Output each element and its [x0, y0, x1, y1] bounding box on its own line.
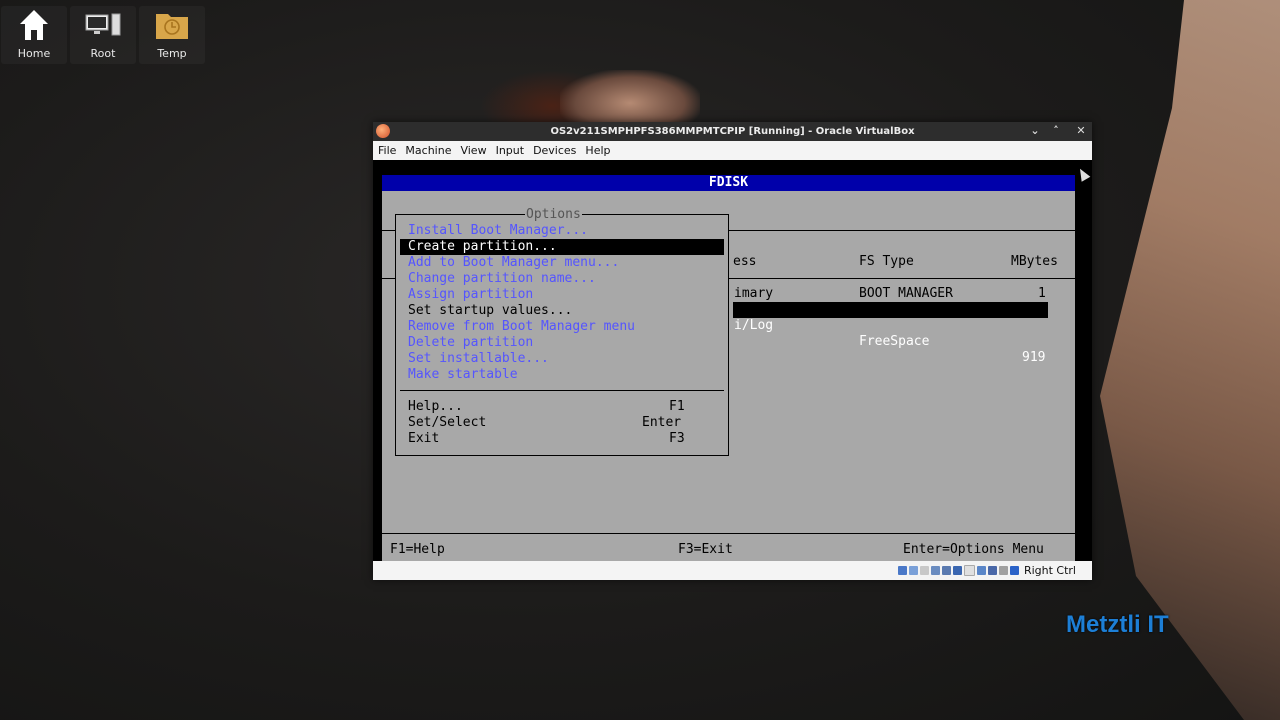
menu-divider	[400, 390, 724, 391]
menu-item-make-startable[interactable]: Make startable	[408, 367, 518, 383]
virtualbox-window: OS2v211SMPHPFS386MMPMTCPIP [Running] - O…	[373, 122, 1092, 580]
window-title: OS2v211SMPHPFS386MMPMTCPIP [Running] - O…	[550, 126, 915, 137]
close-icon[interactable]: ✕	[1074, 124, 1088, 137]
menu-item-help[interactable]: Help...	[408, 399, 463, 415]
recording-icon[interactable]	[976, 566, 986, 575]
menu-item-install-boot-manager[interactable]: Install Boot Manager...	[408, 223, 588, 239]
desktop-icon-temp[interactable]: Temp	[139, 6, 205, 64]
mouse-integration-icon[interactable]	[998, 566, 1008, 575]
footer-options: Enter=Options Menu	[903, 542, 1044, 557]
virtualbox-app-icon	[376, 124, 390, 138]
column-header-access: ess	[733, 254, 757, 269]
menu-item-set-select[interactable]: Set/Select	[408, 415, 486, 431]
computer-icon	[85, 6, 121, 44]
menu-item-assign-partition[interactable]: Assign partition	[408, 287, 533, 303]
shared-folders-icon[interactable]	[952, 566, 962, 575]
desktop-icon-root[interactable]: Root	[70, 6, 136, 64]
column-header-fs-type: FS Type	[859, 254, 914, 269]
watermark: Metztli IT	[1066, 611, 1169, 638]
partition-row-fs-type: BOOT MANAGER	[859, 286, 953, 301]
network-icon[interactable]	[930, 566, 940, 575]
menu-item-create-partition[interactable]: Create partition...	[400, 239, 724, 255]
home-icon	[18, 6, 50, 44]
menubar: File Machine View Input Devices Help	[373, 141, 1092, 160]
usb-icon[interactable]	[941, 566, 951, 575]
menu-machine[interactable]: Machine	[402, 144, 455, 157]
menu-item-help-key: F1	[669, 399, 685, 414]
partition-row-access: imary	[734, 286, 774, 301]
keyboard-arrow-icon[interactable]	[1009, 566, 1019, 575]
menu-item-delete-partition[interactable]: Delete partition	[408, 335, 533, 351]
menu-help[interactable]: Help	[582, 144, 614, 157]
partition-row-mbytes: 1	[1038, 286, 1046, 301]
partition-row-access: i/Log	[734, 318, 774, 333]
audio-icon[interactable]	[919, 566, 929, 575]
menu-item-exit-key: F3	[669, 431, 685, 446]
desktop-icon-label: Root	[90, 47, 116, 60]
footer-exit: F3=Exit	[678, 542, 733, 557]
vbox-statusbar: Right Ctrl	[373, 561, 1092, 580]
divider	[382, 533, 1075, 534]
fdisk-title: FDISK	[382, 175, 1075, 191]
menu-item-change-partition-name[interactable]: Change partition name...	[408, 271, 596, 287]
fdisk-screen: FDISK ess FS Type MBytes imary BOOT MANA…	[382, 175, 1075, 561]
partition-row-fs-type: FreeSpace	[859, 334, 930, 349]
menu-item-add-to-boot-manager[interactable]: Add to Boot Manager menu...	[408, 255, 619, 271]
menu-item-remove-from-boot-manager[interactable]: Remove from Boot Manager menu	[408, 319, 635, 335]
minimize-icon[interactable]: ⌄	[1028, 124, 1042, 137]
partition-row-selected[interactable]: i/Log FreeSpace 919	[733, 302, 1048, 365]
maximize-icon[interactable]: ˄	[1049, 124, 1063, 137]
folder-clock-icon	[155, 6, 189, 44]
column-header-mbytes: MBytes	[1011, 254, 1058, 269]
display-icon[interactable]	[963, 565, 975, 576]
host-key-label: Right Ctrl	[1023, 564, 1076, 577]
cpu-icon[interactable]	[987, 566, 997, 575]
menu-item-set-startup-values[interactable]: Set startup values...	[408, 303, 572, 319]
optical-drive-icon[interactable]	[908, 566, 918, 575]
menu-file[interactable]: File	[375, 144, 400, 157]
window-titlebar[interactable]: OS2v211SMPHPFS386MMPMTCPIP [Running] - O…	[373, 122, 1092, 141]
menu-item-exit[interactable]: Exit	[408, 431, 439, 447]
hard-disk-icon[interactable]	[897, 566, 907, 575]
menu-devices[interactable]: Devices	[530, 144, 580, 157]
vm-screen[interactable]: FDISK ess FS Type MBytes imary BOOT MANA…	[373, 160, 1092, 561]
desktop-icon-label: Temp	[157, 47, 187, 60]
options-menu-title: Options	[525, 207, 582, 223]
menu-item-set-installable[interactable]: Set installable...	[408, 351, 549, 367]
desktop-icon-label: Home	[17, 47, 51, 60]
options-menu: Options Install Boot Manager... Create p…	[395, 207, 729, 456]
desktop-icon-home[interactable]: Home	[1, 6, 67, 64]
background-face	[560, 70, 700, 125]
footer-help: F1=Help	[390, 542, 445, 557]
menu-view[interactable]: View	[457, 144, 490, 157]
menu-item-set-select-key: Enter	[642, 415, 682, 430]
menu-input[interactable]: Input	[493, 144, 528, 157]
partition-row-mbytes: 919	[1022, 350, 1046, 365]
